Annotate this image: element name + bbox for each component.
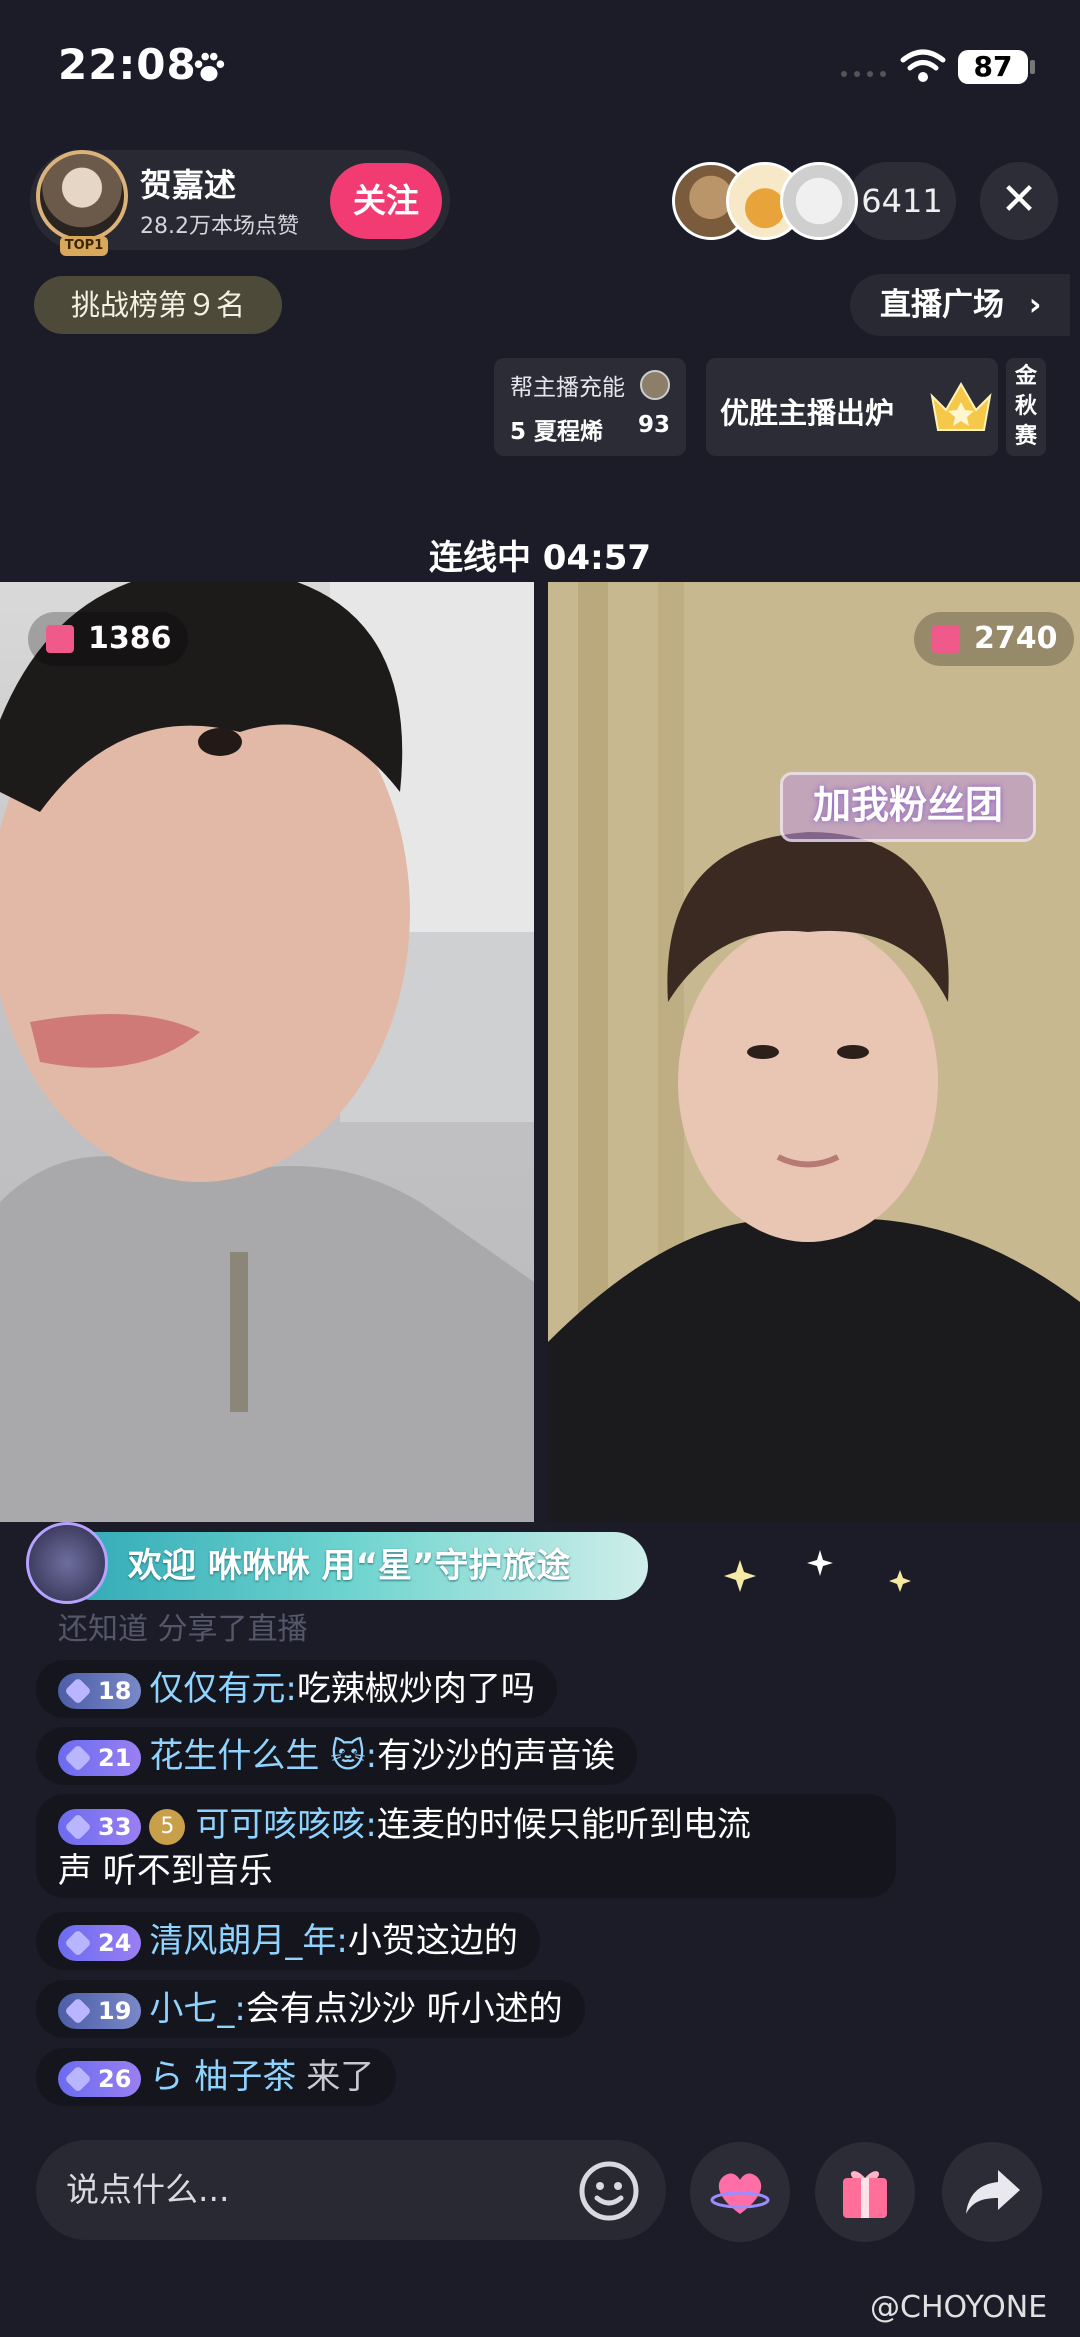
viewer-count[interactable]: 6411: [848, 162, 956, 240]
welcome-avatar: [26, 1522, 108, 1604]
pk-status: 连线中 04:57: [428, 538, 652, 578]
gift-box-icon: [843, 2171, 887, 2218]
live-plaza-button[interactable]: 直播广场 ›: [850, 274, 1070, 336]
share-button[interactable]: [942, 2142, 1042, 2242]
right-gift-counter[interactable]: 2740: [914, 612, 1074, 666]
winner-text: 优胜主播出炉: [720, 396, 895, 430]
top1-badge: TOP1: [60, 236, 108, 256]
chat-username[interactable]: 仅仅有元:: [149, 1669, 296, 1709]
left-stream-video[interactable]: 1386: [0, 582, 534, 1522]
chat-username[interactable]: 花生什么生 🐱:: [149, 1736, 377, 1776]
welcome-banner: 欢迎 咻咻咻 用“星”守护旅途: [58, 1532, 648, 1600]
charge-title: 帮主播充能: [510, 375, 625, 401]
battery-indicator: 87: [958, 50, 1028, 84]
gift-icon: [46, 625, 74, 653]
streamer-face-left: [0, 582, 534, 1522]
chat-username[interactable]: 小七_:: [149, 1989, 245, 2029]
user-level-badge: 19: [58, 1992, 142, 2029]
user-level-badge: 18: [58, 1672, 142, 1709]
comment-input[interactable]: 说点什么...: [36, 2140, 666, 2240]
host-name[interactable]: 贺嘉述: [140, 160, 236, 206]
gift-icon: [932, 625, 960, 653]
chat-text-continued: 声 听不到音乐: [58, 1851, 273, 1891]
chat-text: 连麦的时候只能听到电流: [376, 1805, 751, 1845]
follow-button[interactable]: 关注: [330, 163, 442, 239]
chevron-right-icon: ›: [1028, 287, 1042, 323]
fan-club-banner[interactable]: 加我粉丝团: [780, 772, 1036, 842]
rank-badge[interactable]: 挑战榜第９名: [34, 276, 282, 334]
left-gift-count: 1386: [88, 621, 172, 656]
charge-user-icon: [640, 370, 670, 400]
user-level-badge: 33: [58, 1808, 142, 1845]
chat-message[interactable]: 21 花生什么生 🐱:有沙沙的声音诶: [36, 1727, 638, 1785]
crown-icon: [930, 381, 992, 431]
chat-text: 小贺这边的: [347, 1921, 518, 1961]
right-stream-video[interactable]: 加我粉丝团 2740: [548, 582, 1080, 1522]
chat-message[interactable]: 26 ら 柚子茶 来了: [36, 2048, 397, 2106]
heart-planet-icon: [710, 2173, 770, 2214]
left-gift-counter[interactable]: 1386: [28, 612, 188, 666]
gold-event-tag[interactable]: 金秋赛: [1006, 358, 1046, 456]
charge-user: 5 夏程烯: [510, 419, 604, 445]
chat-username[interactable]: 可可咳咳咳:: [195, 1805, 376, 1845]
battery-tip: [1030, 60, 1035, 74]
host-avatar[interactable]: [36, 150, 128, 242]
user-level-badge: 24: [58, 1924, 142, 1961]
user-level-badge: 26: [58, 2060, 142, 2097]
host-likes: 28.2万本场点赞: [140, 214, 299, 239]
chat-text: 吃辣椒炒肉了吗: [296, 1669, 535, 1709]
signal-dots-icon: [841, 71, 886, 77]
faded-chat-line: 还知道 分享了直播: [58, 1612, 308, 1647]
chat-message[interactable]: 19 小七_:会有点沙沙 听小述的: [36, 1980, 585, 2038]
viewer-avatar[interactable]: [780, 162, 858, 240]
chat-text: 会有点沙沙 听小述的: [245, 1989, 563, 2029]
watermark: @CHOYONE: [870, 2290, 1048, 2325]
right-gift-count: 2740: [974, 621, 1058, 656]
chat-text: 来了: [306, 2057, 375, 2097]
chat-message[interactable]: 24 清风朗月_年:小贺这边的: [36, 1912, 540, 1970]
fan-level-badge: 5: [149, 1808, 186, 1845]
streamer-face-right: [548, 582, 1080, 1522]
status-time: 22:08: [58, 40, 197, 89]
gift-button[interactable]: [815, 2142, 915, 2242]
live-plaza-label: 直播广场: [880, 287, 1004, 323]
wifi-icon: [900, 49, 946, 82]
share-arrow-icon: [966, 2170, 1020, 2214]
chat-text: 有沙沙的声音诶: [377, 1736, 616, 1776]
sparkle-decoration: [724, 1550, 911, 1592]
chat-username[interactable]: ら 柚子茶: [149, 2057, 296, 2097]
close-button[interactable]: ✕: [980, 162, 1058, 240]
charge-value: 93: [638, 412, 671, 438]
chat-message[interactable]: 18 仅仅有元:吃辣椒炒肉了吗: [36, 1660, 557, 1718]
chat-username[interactable]: 清风朗月_年:: [149, 1921, 347, 1961]
like-button[interactable]: [690, 2142, 790, 2242]
user-level-badge: 21: [58, 1739, 142, 1776]
paw-icon: [194, 52, 225, 82]
emoji-icon[interactable]: [578, 2160, 640, 2222]
